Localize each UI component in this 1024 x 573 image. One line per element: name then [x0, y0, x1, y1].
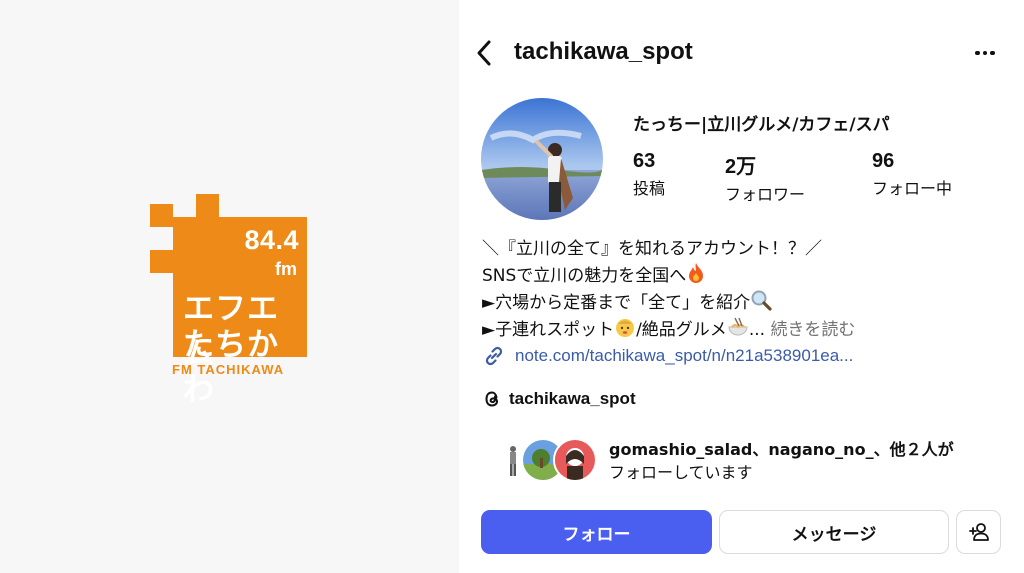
bio-line: ►穴場から定番まで「全て」を紹介 — [482, 289, 1012, 316]
bio-text: ►子連れスポット — [482, 320, 615, 340]
profile-header: tachikawa_spot — [459, 30, 1024, 76]
bio-ellipsis: ... — [748, 320, 766, 340]
bio-line: SNSで立川の魅力を全国へ — [482, 262, 1012, 289]
stat-following[interactable]: 96 フォロー中 — [872, 150, 952, 199]
back-button[interactable] — [469, 36, 499, 70]
stat-value: 96 — [872, 150, 895, 172]
avatar[interactable] — [481, 98, 603, 220]
bio-line: ＼『立川の全て』を知れるアカウント！？／ — [482, 236, 1012, 262]
stat-label: 投稿 — [633, 179, 666, 198]
link-icon — [485, 346, 503, 366]
followed-by-line2: フォローしています — [609, 463, 753, 482]
bio: ＼『立川の全て』を知れるアカウント！？／ SNSで立川の魅力を全国へ ►穴場から… — [482, 236, 1012, 343]
more-dot — [990, 50, 995, 56]
stat-value: 63 — [633, 150, 656, 172]
stat-value: 2万 — [725, 156, 757, 178]
threads-badge[interactable]: tachikawa_spot — [482, 386, 636, 412]
threads-username: tachikawa_spot — [509, 389, 636, 408]
bio-text: ＼『立川の全て』を知れるアカウント！？／ — [482, 239, 822, 259]
stat-label: フォロー中 — [872, 179, 953, 198]
noodles-icon — [728, 317, 748, 336]
avatar-photo — [481, 98, 603, 220]
display-name: たっちー|立川グルメ/カフェ/スパ — [633, 115, 890, 135]
link-text: note.com/tachikawa_spot/n/n21a538901ea..… — [515, 346, 854, 365]
logo-frequency: 84.4 — [244, 225, 299, 255]
bio-text: /絶品グルメ — [636, 320, 727, 340]
threads-icon — [485, 391, 499, 407]
magnifier-icon — [751, 290, 772, 311]
followed-by-text: gomashio_salad、nagano_no_、他２人が フォローしています — [609, 438, 954, 484]
logo-panel: 84.4 fm エフエム たちかわ FM TACHIKAWA — [0, 0, 459, 573]
logo-square — [196, 194, 219, 217]
fm-tachikawa-logo: 84.4 fm エフエム たちかわ FM TACHIKAWA — [150, 194, 310, 408]
stat-followers[interactable]: 2万 フォロワー — [725, 150, 805, 205]
follower-names: gomashio_salad、nagano_no_ — [609, 440, 874, 459]
back-arrow-icon — [477, 40, 491, 66]
followed-by[interactable]: gomashio_salad、nagano_no_、他２人が フォローしています — [491, 434, 1016, 486]
bio-text: SNSで立川の魅力を全国へ — [482, 266, 687, 286]
bio-link[interactable]: note.com/tachikawa_spot/n/n21a538901ea..… — [482, 343, 853, 369]
follow-button[interactable]: フォロー — [481, 510, 712, 554]
suggested-users-button[interactable] — [956, 510, 1001, 554]
logo-square — [150, 250, 173, 273]
more-options-button[interactable] — [970, 40, 1000, 66]
logo-unit: fm — [275, 259, 297, 279]
follower-avatar-photo — [555, 440, 595, 480]
stat-posts[interactable]: 63 投稿 — [633, 150, 665, 199]
page-title: tachikawa_spot — [514, 38, 693, 65]
baby-icon — [616, 319, 635, 337]
bio-text: ►穴場から定番まで「全て」を紹介 — [482, 293, 751, 313]
stat-label: フォロワー — [725, 185, 806, 204]
more-dot — [982, 50, 988, 56]
message-button[interactable]: メッセージ — [719, 510, 949, 554]
followed-by-line: gomashio_salad、nagano_no_、他２人が — [609, 438, 954, 461]
fire-icon — [689, 263, 704, 283]
logo-block: 84.4 fm エフエム たちかわ — [173, 217, 307, 408]
profile-panel: tachikawa_spot たっちー|立川グルメ/カフェ/スパ 63 投稿 2… — [459, 0, 1024, 573]
followed-by-rest: 、他２人が — [873, 440, 954, 459]
logo-subtitle: FM TACHIKAWA — [172, 362, 285, 377]
more-dots-icon — [975, 50, 980, 56]
add-person-icon — [968, 523, 989, 541]
logo-square — [150, 204, 173, 227]
follower-avatar — [553, 438, 597, 482]
read-more-link[interactable]: 続きを読む — [770, 320, 855, 340]
bio-line: ►子連れスポット/絶品グルメ... 続きを読む — [482, 316, 1012, 343]
